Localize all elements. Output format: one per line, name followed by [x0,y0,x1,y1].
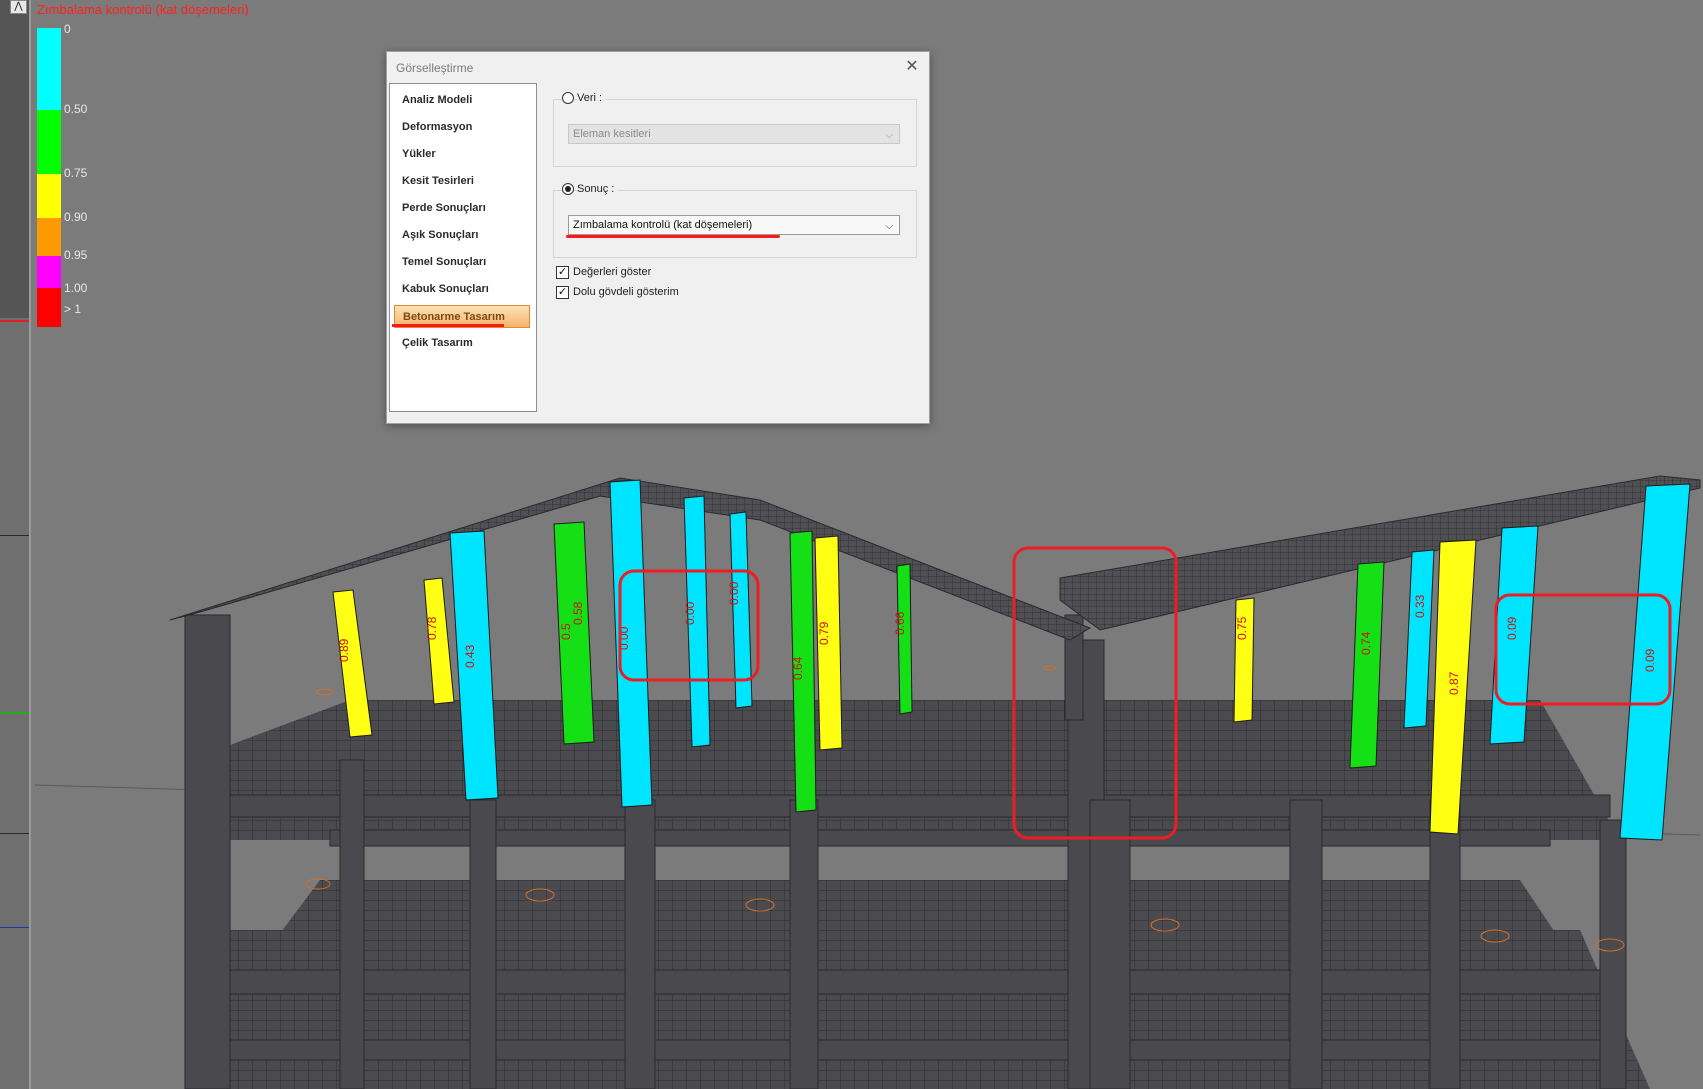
legend-label: 0.75 [64,166,88,180]
column-value-label: 0.75 [1235,616,1249,640]
column-value-label: 0.43 [463,644,477,668]
legend-swatch-cyan [37,28,61,110]
side-marker-dark [0,535,29,536]
nav-item-temel-sonuclari[interactable]: Temel Sonuçları [394,251,530,274]
column-value-label: 0.09 [1505,616,1519,640]
legend-swatch-red [37,288,61,327]
sonuc-label: Sonuç : [577,183,619,195]
column-value-label: 0.33 [1413,594,1427,618]
degerleri-goster-checkbox[interactable]: ✓ [556,266,569,279]
legend-label: 0 [64,22,71,36]
nav-item-deformasyon[interactable]: Deformasyon [394,116,530,139]
column-value-label: 0.78 [425,616,439,640]
chevron-down-icon: ⌵ [885,130,893,141]
column-value-label: 0.00 [683,601,697,625]
nav-item-celik-tasarim[interactable]: Çelik Tasarım [394,332,530,355]
nav-item-perde-sonuclari[interactable]: Perde Sonuçları [394,197,530,220]
category-list: Analiz Modeli Deformasyon Yükler Kesit T… [389,83,537,412]
dolu-govdeli-label: Dolu gövdeli gösterim [573,286,679,298]
column-yellow-4 [1233,597,1255,723]
column-value-label: 0.66 [893,611,907,635]
legend-label: 1.00 [64,281,88,295]
sonuc-select[interactable]: Zımbalama kontrolü (kat döşemeleri) ⌵ [568,215,900,235]
dialog-title: Görselleştirme [396,61,474,75]
column-value-label: 0.58 [571,601,585,625]
nav-item-analiz-modeli[interactable]: Analiz Modeli [394,89,530,112]
veri-label: Veri : [577,92,607,104]
side-marker-red [0,320,29,322]
degerleri-goster-label: Değerleri göster [573,266,652,278]
collapse-panel-button[interactable]: ⋀ [10,0,27,14]
legend-label: 0.50 [64,102,88,116]
nav-item-kabuk-sonuclari[interactable]: Kabuk Sonuçları [394,278,530,301]
close-icon[interactable]: ✕ [901,56,923,78]
legend-swatch-orange [37,218,61,256]
side-marker-green [0,712,29,714]
legend-label: 0.95 [64,248,88,262]
legend-swatch-magenta [37,256,61,288]
column-value-label: 0.89 [337,638,351,662]
left-side-panel [0,0,31,1089]
column-value-label: 0.87 [1447,671,1461,695]
side-marker-dark-2 [0,833,29,834]
legend-swatch-yellow [37,174,61,218]
veri-select-value: Eleman kesitleri [573,128,651,140]
column-value-label: 0.64 [791,656,805,680]
column-yellow-2 [423,577,455,705]
legend-label: > 1 [64,302,82,316]
chevron-down-icon: ⌵ [885,221,893,232]
dolu-govdeli-checkbox[interactable]: ✓ [556,286,569,299]
column-value-label: 0.00 [727,581,741,605]
nav-item-yukler[interactable]: Yükler [394,143,530,166]
veri-select[interactable]: Eleman kesitleri ⌵ [568,124,900,144]
legend-swatch-green [37,110,61,174]
nav-item-kesit-tesirleri[interactable]: Kesit Tesirleri [394,170,530,193]
nav-item-asik-sonuclari[interactable]: Aşık Sonuçları [394,224,530,247]
side-marker-blue [0,927,29,928]
visualization-dialog: Görselleştirme ✕ Analiz Modeli Deformasy… [386,51,930,424]
column-value-label: 0.74 [1359,631,1373,655]
column-value-label: 0.09 [1643,648,1657,672]
sonuc-radio[interactable] [562,183,574,195]
side-panel-upper [0,0,29,318]
veri-radio[interactable] [562,92,574,104]
legend-label: 0.90 [64,210,88,224]
sonuc-red-underline [566,235,780,238]
column-value-label: 0.79 [817,621,831,645]
column-green-3 [896,563,913,715]
nav-red-underline [392,324,504,327]
sonuc-select-value: Zımbalama kontrolü (kat döşemeleri) [573,219,753,231]
legend-title: Zımbalama kontrolü (kat döşemeleri) [37,2,249,17]
